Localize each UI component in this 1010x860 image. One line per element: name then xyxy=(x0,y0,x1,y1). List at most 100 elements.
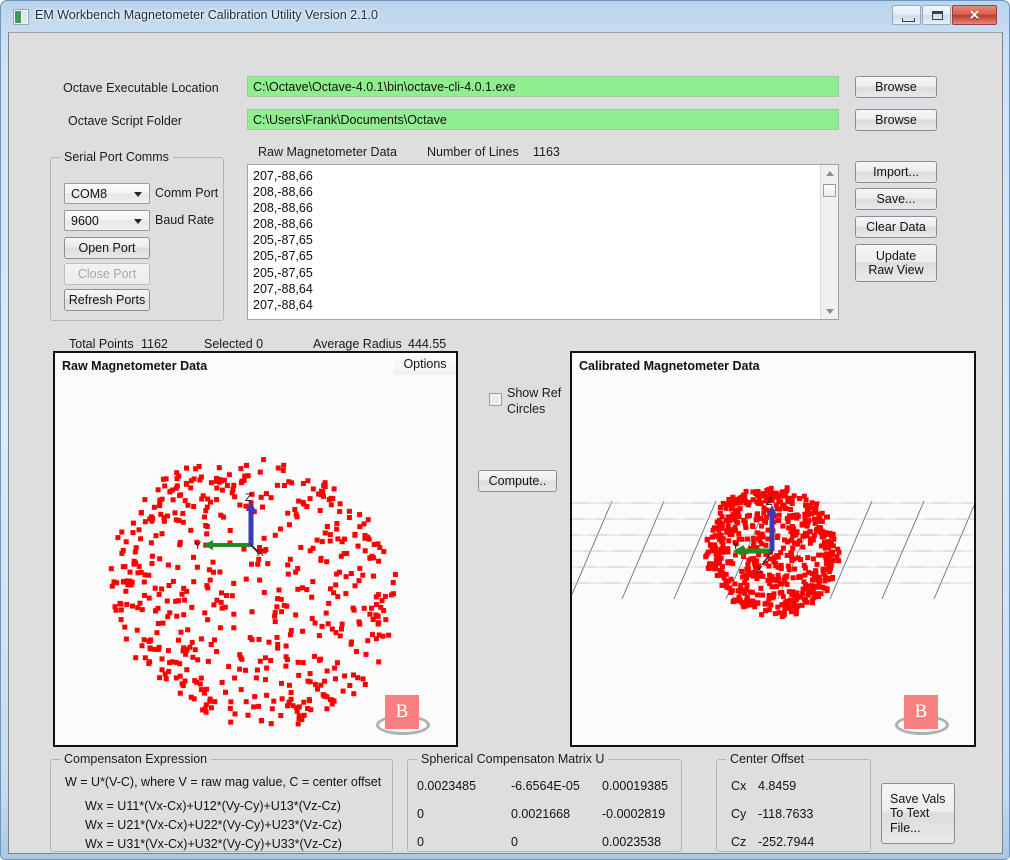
svg-text:X: X xyxy=(257,548,264,559)
brand-letter: B xyxy=(904,695,938,729)
number-of-lines-value: 1163 xyxy=(533,145,560,159)
close-port-button: Close Port xyxy=(64,263,150,285)
cx-label: Cx xyxy=(731,779,747,793)
raw-data-header-label: Raw Magnetometer Data xyxy=(258,145,397,159)
svg-text:Y: Y xyxy=(194,540,202,552)
save-vals-line3: File... xyxy=(890,820,921,835)
brand-logo: B xyxy=(376,695,430,735)
matrix-cell-1-1: 0.0021668 xyxy=(511,807,571,821)
update-raw-view-line1: Update xyxy=(875,248,917,263)
svg-text:Y: Y xyxy=(732,540,740,552)
minimize-icon xyxy=(902,18,915,22)
raw-data-line: 208,-88,66 xyxy=(253,201,313,216)
cy-label: Cy xyxy=(731,807,747,821)
raw-plot-title: Raw Magnetometer Data xyxy=(62,359,208,373)
window-client-border: Octave Executable Location C:\Octave\Oct… xyxy=(8,32,1003,854)
raw-data-line: 207,-88,64 xyxy=(253,281,313,296)
scroll-up-icon[interactable] xyxy=(821,165,838,182)
title-bar: EM Workbench Magnetometer Calibration Ut… xyxy=(2,2,1009,32)
axis-gizmo xyxy=(203,501,259,553)
show-ref-circles-checkbox[interactable] xyxy=(489,393,502,406)
matrix-cell-2-0: 0 xyxy=(417,835,424,849)
comm-port-value: COM8 xyxy=(71,187,108,201)
octave-exe-label: Octave Executable Location xyxy=(63,81,219,95)
save-vals-to-text-file-button[interactable]: Save Vals To Text File... xyxy=(881,783,955,844)
raw-plot-panel[interactable]: Z Y X Raw Magnetometer Data Options B xyxy=(53,351,458,747)
scrollbar-thumb[interactable] xyxy=(823,184,836,197)
baud-rate-select[interactable]: 9600 xyxy=(64,210,150,231)
browse-exe-button[interactable]: Browse xyxy=(855,76,937,98)
raw-data-scrollbar[interactable] xyxy=(820,165,838,319)
octave-script-input[interactable]: C:\Users\Frank\Documents\Octave xyxy=(247,109,839,130)
minimize-button[interactable] xyxy=(892,5,921,25)
matrix-cell-0-2: 0.00019385 xyxy=(602,779,669,793)
open-port-button[interactable]: Open Port xyxy=(64,237,150,259)
refresh-ports-button[interactable]: Refresh Ports xyxy=(64,289,150,311)
compensation-expression-group: Compensaton Expression W = U*(V-C), wher… xyxy=(50,752,393,852)
svg-text:X: X xyxy=(756,565,763,576)
save-button[interactable]: Save... xyxy=(855,188,937,210)
compensation-line-3: Wx = U31*(Vx-Cx)+U32*(Vy-Cy)+U33*(Vz-Cz) xyxy=(85,837,342,851)
brand-logo: B xyxy=(895,695,949,735)
calibrated-plot-canvas: Z Y X xyxy=(572,485,974,619)
save-vals-line2: To Text xyxy=(890,806,930,821)
total-points-label: Total Points xyxy=(69,337,134,351)
chevron-down-icon xyxy=(134,191,142,197)
octave-script-label: Octave Script Folder xyxy=(68,114,182,128)
raw-data-line: 205,-87,65 xyxy=(253,233,313,248)
compensation-matrix-group: Spherical Compensaton Matrix U 0.0023485… xyxy=(407,752,682,852)
calibrated-plot-title: Calibrated Magnetometer Data xyxy=(579,359,760,373)
comm-port-label: Comm Port xyxy=(155,186,219,200)
baud-rate-value: 9600 xyxy=(71,214,99,228)
number-of-lines-label: Number of Lines xyxy=(427,145,519,159)
raw-data-lines: 207,-88,66 208,-88,66 208,-88,66 208,-88,66… xyxy=(253,168,313,313)
raw-plot-options-button[interactable]: Options xyxy=(394,353,456,375)
total-points-value: 1162 xyxy=(141,337,168,351)
maximize-icon xyxy=(932,11,943,20)
cy-value: -118.7633 xyxy=(758,807,814,821)
cz-value: -252.7944 xyxy=(758,835,815,849)
application-window: EM Workbench Magnetometer Calibration Ut… xyxy=(0,0,1010,860)
raw-plot-canvas: Z Y X xyxy=(108,457,398,727)
chevron-down-icon xyxy=(134,218,142,224)
matrix-cell-1-0: 0 xyxy=(417,807,424,821)
compensation-matrix-title: Spherical Compensaton Matrix U xyxy=(417,752,609,766)
maximize-button[interactable] xyxy=(922,5,951,25)
close-button[interactable]: ✕ xyxy=(952,5,997,25)
center-offset-title: Center Offset xyxy=(726,752,809,766)
window-title: EM Workbench Magnetometer Calibration Ut… xyxy=(35,8,378,22)
app-icon xyxy=(13,9,29,25)
comm-port-select[interactable]: COM8 xyxy=(64,183,150,204)
window-content: Octave Executable Location C:\Octave\Oct… xyxy=(9,33,1002,853)
average-radius-label: Average Radius xyxy=(313,337,402,351)
octave-exe-input[interactable]: C:\Octave\Octave-4.0.1\bin\octave-cli-4.… xyxy=(247,76,839,97)
cz-label: Cz xyxy=(731,835,747,849)
clear-data-button[interactable]: Clear Data xyxy=(855,216,937,238)
raw-data-textarea[interactable]: 207,-88,66 208,-88,66 208,-88,66 208,-88,66… xyxy=(247,164,839,320)
matrix-cell-1-2: -0.0002819 xyxy=(602,807,666,821)
compensation-line-0: W = U*(V-C), where V = raw mag value, C … xyxy=(65,775,382,789)
scroll-down-icon[interactable] xyxy=(821,302,838,319)
show-ref-circles-label-line2: Circles xyxy=(507,402,546,416)
calibrated-plot-panel[interactable]: Z Y X Calibrated Magnetometer Data B xyxy=(570,351,976,747)
svg-text:Z: Z xyxy=(766,496,773,508)
cx-value: 4.8459 xyxy=(758,779,797,793)
compute-button[interactable]: Compute.. xyxy=(478,470,557,492)
matrix-cell-2-1: 0 xyxy=(511,835,518,849)
raw-data-line: 208,-88,66 xyxy=(253,185,313,200)
raw-data-line: 208,-88,66 xyxy=(253,217,313,232)
compensation-line-1: Wx = U11*(Vx-Cx)+U12*(Vy-Cy)+U13*(Vz-Cz) xyxy=(85,799,341,813)
show-ref-circles-label-line1: Show Ref xyxy=(507,386,562,400)
raw-data-line: 207,-88,66 xyxy=(253,169,313,183)
matrix-cell-0-0: 0.0023485 xyxy=(417,779,477,793)
update-raw-view-line2: Raw View xyxy=(868,263,924,277)
selected-count-label: Selected 0 xyxy=(204,337,264,351)
browse-script-button[interactable]: Browse xyxy=(855,109,937,131)
update-raw-view-button[interactable]: Update Raw View xyxy=(855,244,937,282)
svg-text:Z: Z xyxy=(245,492,252,504)
import-button[interactable]: Import... xyxy=(855,161,937,183)
compensation-expression-title: Compensaton Expression xyxy=(60,752,212,766)
baud-rate-label: Baud Rate xyxy=(155,213,215,227)
raw-data-line: 207,-88,64 xyxy=(253,297,313,312)
center-offset-group: Center Offset Cx 4.8459 Cy -118.7633 Cz … xyxy=(716,752,871,852)
